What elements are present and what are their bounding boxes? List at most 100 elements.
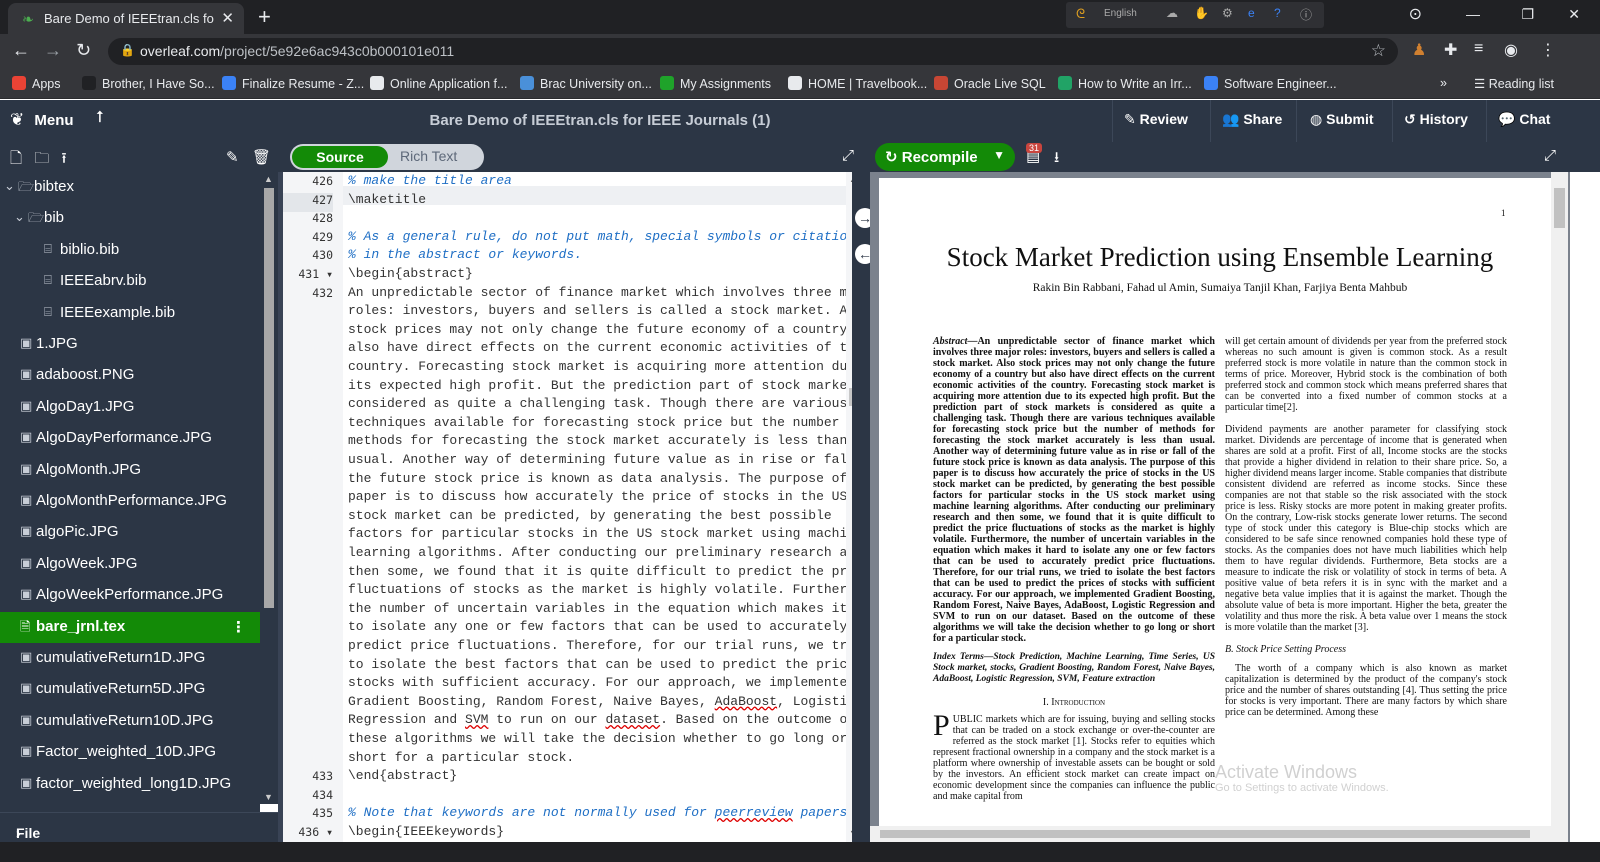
file-item[interactable]: ▣ AlgoWeekPerformance.JPG: [0, 580, 260, 611]
extension-person-icon[interactable]: ♟: [1412, 40, 1426, 60]
browser-tab[interactable]: ❧ Bare Demo of IEEEtran.cls for IEEE ✕: [8, 3, 244, 34]
code-line[interactable]: Regression and SVM to run on our dataset…: [348, 712, 855, 731]
ime-hand-icon[interactable]: ✋: [1194, 6, 1209, 20]
code-line[interactable]: to isolate any one or few factors that c…: [348, 619, 847, 638]
project-title[interactable]: Bare Demo of IEEEtran.cls for IEEE Journ…: [0, 112, 1200, 129]
bookmark-item[interactable]: How to Write an Irr...: [1058, 76, 1192, 91]
code-line[interactable]: usual. Another way of determining future…: [348, 452, 879, 471]
chat-button[interactable]: 💬 Chat: [1498, 111, 1550, 128]
profile-avatar-icon[interactable]: ◉: [1504, 40, 1518, 60]
profile-menu-icon[interactable]: ⊙: [1409, 4, 1422, 24]
file-item[interactable]: ▣ AlgoWeek.JPG: [0, 549, 260, 580]
code-line[interactable]: learning algorithms. After conducting ou…: [348, 545, 863, 564]
file-item[interactable]: ▣ AlgoMonthPerformance.JPG: [0, 486, 260, 517]
expand-editor-icon[interactable]: ⤢: [842, 147, 854, 164]
code-line[interactable]: methods for forecasting the stock market…: [348, 433, 847, 452]
code-line[interactable]: Gradient Boosting, Random Forest, Naive …: [348, 694, 855, 713]
new-folder-icon[interactable]: 🗀: [34, 150, 49, 167]
more-bookmarks-icon[interactable]: »: [1440, 76, 1447, 90]
recompile-button[interactable]: ↻ Recompile ▼: [875, 143, 1015, 171]
pdf-scrollbar[interactable]: [1551, 172, 1568, 842]
file-item[interactable]: ⌸ IEEEabrv.bib: [0, 266, 260, 297]
ime-language[interactable]: English: [1104, 8, 1137, 19]
share-button[interactable]: 👥 Share: [1222, 111, 1282, 128]
code-line[interactable]: \begin{abstract}: [348, 266, 473, 285]
folder-item[interactable]: ⌄ 🗁 bib: [0, 203, 260, 234]
code-line[interactable]: \end{abstract}: [348, 768, 457, 787]
file-item[interactable]: ▣ cumulativeReturn10D.JPG: [0, 706, 260, 737]
url-text[interactable]: overleaf.com/project/5e92e6ac943c0b00010…: [140, 43, 454, 59]
expand-pdf-icon[interactable]: ⤢: [1544, 147, 1556, 164]
ime-cloud-icon[interactable]: ☁: [1166, 6, 1178, 20]
rename-pencil-icon[interactable]: ✎: [226, 148, 239, 166]
scroll-up-icon[interactable]: ▲: [264, 174, 273, 184]
ime-settings-icon[interactable]: ⚙: [1222, 6, 1233, 20]
restore-icon[interactable]: ❐: [1521, 6, 1534, 23]
code-line[interactable]: An unpredictable sector of finance marke…: [348, 285, 879, 304]
file-item[interactable]: ▣ cumulativeReturn1D.JPG: [0, 643, 260, 674]
address-bar[interactable]: 🔒 overleaf.com/project/5e92e6ac943c0b000…: [108, 38, 1398, 65]
code-line[interactable]: \begin{IEEEkeywords}: [348, 824, 504, 843]
bookmark-item[interactable]: Finalize Resume - Z...: [222, 76, 364, 91]
code-line[interactable]: also have direct effects on the current …: [348, 340, 863, 359]
delete-trash-icon[interactable]: 🗑: [252, 148, 271, 166]
ime-info-icon[interactable]: ⓘ: [1300, 6, 1312, 23]
ime-help-icon[interactable]: ?: [1274, 6, 1281, 20]
code-line[interactable]: these algorithms we will take the decisi…: [348, 731, 847, 750]
browser-menu-icon[interactable]: ⋮: [1540, 40, 1556, 60]
file-item[interactable]: ▣ 1.JPG: [0, 329, 260, 360]
code-line[interactable]: paper is to discuss how accurately the p…: [348, 489, 847, 508]
code-line[interactable]: stock market can be predicted, by genera…: [348, 508, 832, 527]
file-item[interactable]: ▣ algoPic.JPG: [0, 517, 260, 548]
extensions-puzzle-icon[interactable]: ✚: [1444, 40, 1457, 60]
code-line[interactable]: roles: investors, buyers and sellers is …: [348, 303, 871, 322]
file-item[interactable]: 🗎 bare_jrnl.tex ⋮: [0, 611, 260, 643]
scroll-down-icon[interactable]: ▼: [264, 792, 273, 802]
code-line[interactable]: short for a particular stock.: [348, 750, 574, 769]
code-line[interactable]: % in the abstract or keywords.: [348, 247, 582, 266]
upload-icon[interactable]: ⭱: [61, 150, 66, 167]
submit-button[interactable]: ◍ Submit: [1310, 111, 1374, 128]
code-line[interactable]: factors for particular stocks in the US …: [348, 526, 863, 545]
download-pdf-icon[interactable]: ⭳: [1054, 147, 1059, 172]
new-file-icon[interactable]: 🗋: [10, 150, 22, 167]
bookmark-item[interactable]: Online Application f...: [370, 76, 507, 91]
file-item[interactable]: ▣ AlgoDay1.JPG: [0, 392, 260, 423]
pdf-horizontal-scrollbar[interactable]: [870, 826, 1551, 842]
scrollbar-thumb[interactable]: [264, 188, 274, 608]
bookmark-item[interactable]: Oracle Live SQL: [934, 76, 1046, 91]
lock-icon[interactable]: 🔒: [120, 43, 135, 57]
file-item[interactable]: ▣ cumulativeReturn5D.JPG: [0, 674, 260, 705]
bookmark-item[interactable]: HOME | Travelbook...: [788, 76, 927, 91]
file-tree-scrollbar[interactable]: ▲ ▼: [260, 172, 278, 804]
code-line[interactable]: to isolate the best factors that can be …: [348, 657, 886, 676]
file-item[interactable]: ▣ factor_weighted_long1D.JPG: [0, 769, 260, 800]
code-line[interactable]: % make the title area: [348, 173, 512, 192]
minimize-icon[interactable]: —: [1466, 6, 1480, 22]
bookmark-item[interactable]: Apps: [12, 76, 61, 91]
code-line[interactable]: stock prices may not only change the fut…: [348, 322, 879, 341]
code-line[interactable]: % Note that keywords are not normally us…: [348, 805, 855, 824]
code-line[interactable]: stocks with sufficient accuracy. For our…: [348, 675, 855, 694]
file-item[interactable]: ⌸ IEEEexample.bib: [0, 298, 260, 329]
file-menu-icon[interactable]: ⋮: [231, 618, 246, 636]
file-item[interactable]: ▣ AlgoDayPerformance.JPG: [0, 423, 260, 454]
recompile-dropdown-icon[interactable]: ▼: [993, 148, 1005, 162]
code-line[interactable]: the future stock price is known as data …: [348, 471, 886, 490]
file-item[interactable]: ▣ AlgoMonth.JPG: [0, 455, 260, 486]
source-tab[interactable]: Source: [292, 146, 388, 168]
code-line[interactable]: the number of uncertain variables in the…: [348, 601, 886, 620]
file-outline-toggle[interactable]: › File outline: [0, 812, 278, 857]
code-line[interactable]: considered as quite a challenging task. …: [348, 396, 847, 415]
bookmark-item[interactable]: My Assignments: [660, 76, 771, 91]
code-line[interactable]: predict price fluctuations. Therefore, f…: [348, 638, 871, 657]
code-line[interactable]: \maketitle: [348, 192, 426, 211]
close-window-icon[interactable]: ✕: [1568, 6, 1580, 23]
reading-list-button[interactable]: ☰ Reading list: [1474, 76, 1554, 91]
code-line[interactable]: techniques available for forecasting sto…: [348, 415, 863, 434]
bookmark-item[interactable]: Software Engineer...: [1204, 76, 1337, 91]
tab-close-icon[interactable]: ✕: [221, 9, 234, 27]
review-button[interactable]: ✎ Review: [1124, 111, 1188, 128]
file-item[interactable]: ▣ adaboost.PNG: [0, 360, 260, 391]
scrollbar-thumb[interactable]: [1554, 188, 1565, 228]
